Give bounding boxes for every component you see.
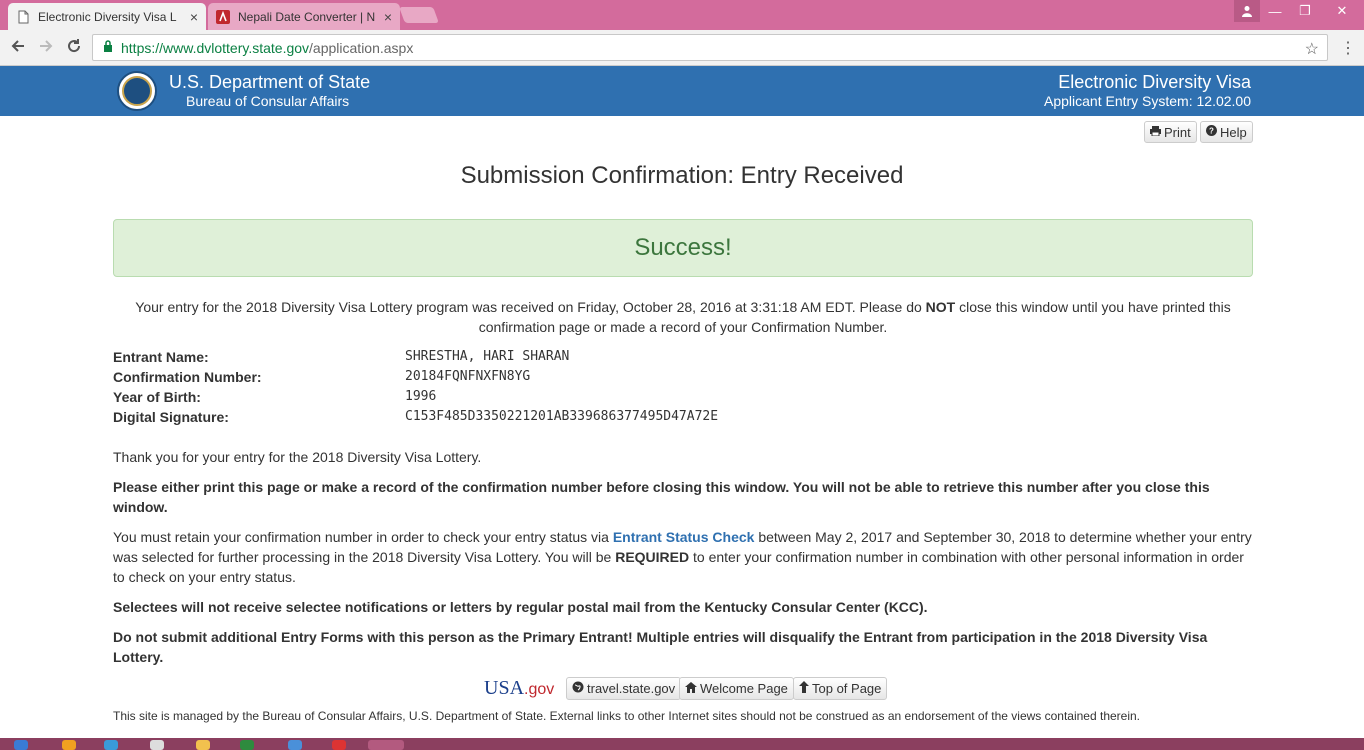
confirmation-number-row: Confirmation Number: 20184FQNFNXFN8YG xyxy=(113,367,813,387)
start-button-icon[interactable] xyxy=(14,740,28,750)
svg-text:?: ? xyxy=(1209,127,1214,136)
address-bar[interactable]: https://www.dvlottery.state.gov/applicat… xyxy=(92,34,1328,61)
system-title: Electronic Diversity Visa xyxy=(1058,72,1251,92)
print-button[interactable]: Print xyxy=(1144,121,1197,143)
travel-state-gov-button[interactable]: travel.state.gov xyxy=(566,677,682,700)
retain-confirmation-text: You must retain your confirmation number… xyxy=(113,529,1252,585)
entrant-name-row: Entrant Name: SHRESTHA, HARI SHARAN xyxy=(113,347,813,367)
browser-menu-icon[interactable]: ⋮ xyxy=(1340,38,1356,58)
usa-gov-logo[interactable]: USA.gov xyxy=(484,677,554,700)
received-notice: Your entry for the 2018 Diversity Visa L… xyxy=(135,299,1231,335)
success-alert: Success! xyxy=(113,219,1253,277)
system-version: Applicant Entry System: 12.02.00 xyxy=(1044,93,1251,109)
year-of-birth-row: Year of Birth: 1996 xyxy=(113,387,813,407)
lock-icon xyxy=(103,40,113,55)
url-path: /application.aspx xyxy=(309,39,414,56)
os-taskbar xyxy=(0,738,1364,750)
print-warning: Please either print this page or make a … xyxy=(113,479,1210,515)
state-department-seal-icon xyxy=(117,71,157,111)
site-favicon-icon xyxy=(216,9,230,24)
question-circle-icon: ? xyxy=(1206,125,1217,139)
browser-toolbar: https://www.dvlottery.state.gov/applicat… xyxy=(0,30,1364,66)
taskbar-app-icon[interactable] xyxy=(196,740,210,750)
home-icon xyxy=(685,681,697,696)
year-of-birth-value: 1996 xyxy=(405,389,437,404)
tab-title: Nepali Date Converter | N xyxy=(238,9,376,24)
digital-signature-row: Digital Signature: C153F485D3350221201AB… xyxy=(113,407,813,427)
minimize-button[interactable]: — xyxy=(1260,0,1290,22)
help-label: Help xyxy=(1220,124,1247,140)
forward-arrow-icon[interactable] xyxy=(38,38,54,57)
page-title: Submission Confirmation: Entry Received xyxy=(460,162,904,189)
bureau-subtitle: Bureau of Consular Affairs xyxy=(186,93,350,109)
globe-icon xyxy=(572,681,584,696)
selectees-notice: Selectees will not receive selectee noti… xyxy=(113,599,928,615)
taskbar-app-icon[interactable] xyxy=(104,740,118,750)
reload-icon[interactable] xyxy=(66,38,82,57)
tab-title: Electronic Diversity Visa L xyxy=(38,9,177,24)
close-window-button[interactable]: ✕ xyxy=(1320,0,1364,22)
maximize-button[interactable]: ❐ xyxy=(1290,0,1320,22)
confirmation-number-value: 20184FQNFNXFN8YG xyxy=(405,369,531,384)
field-label: Year of Birth: xyxy=(113,389,201,405)
close-tab-icon[interactable]: × xyxy=(190,9,198,25)
digital-signature-value: C153F485D3350221201AB339686377495D47A72E xyxy=(405,409,719,424)
tab-nepali-date-converter[interactable]: Nepali Date Converter | N × xyxy=(208,3,400,30)
window-controls: — ❐ ✕ xyxy=(1234,0,1364,22)
site-disclaimer: This site is managed by the Bureau of Co… xyxy=(113,709,1141,723)
department-title: U.S. Department of State xyxy=(169,72,371,92)
thank-you-text: Thank you for your entry for the 2018 Di… xyxy=(113,449,482,465)
browser-titlebar: Electronic Diversity Visa L × Nepali Dat… xyxy=(0,0,1364,30)
taskbar-app-icon[interactable] xyxy=(288,740,302,750)
not-emphasis: NOT xyxy=(925,299,956,315)
bookmark-star-icon[interactable]: ☆ xyxy=(1305,39,1319,59)
site-header: U.S. Department of State Bureau of Consu… xyxy=(0,66,1364,116)
printer-icon xyxy=(1150,125,1161,139)
chrome-taskbar-icon[interactable] xyxy=(368,740,404,750)
taskbar-app-icon[interactable] xyxy=(150,740,164,750)
close-tab-icon[interactable]: × xyxy=(384,9,392,25)
profile-icon[interactable] xyxy=(1234,0,1260,22)
tab-electronic-diversity-visa[interactable]: Electronic Diversity Visa L × xyxy=(8,3,206,30)
no-additional-entries-warning: Do not submit additional Entry Forms wit… xyxy=(113,629,1208,665)
help-button[interactable]: ? Help xyxy=(1200,121,1253,143)
welcome-page-button[interactable]: Welcome Page xyxy=(679,677,794,700)
new-tab-button[interactable] xyxy=(399,7,439,23)
field-label: Confirmation Number: xyxy=(113,369,262,385)
taskbar-app-icon[interactable] xyxy=(62,740,76,750)
field-label: Digital Signature: xyxy=(113,409,229,425)
top-of-page-button[interactable]: Top of Page xyxy=(793,677,888,700)
taskbar-app-icon[interactable] xyxy=(332,740,346,750)
entrant-status-check-link[interactable]: Entrant Status Check xyxy=(613,529,755,545)
arrow-up-icon xyxy=(799,681,809,696)
footer-links: USA.gov travel.state.gov Welcome Page To… xyxy=(0,677,1364,701)
field-label: Entrant Name: xyxy=(113,349,209,365)
url-host: https://www.dvlottery.state.gov xyxy=(121,39,310,56)
print-label: Print xyxy=(1164,124,1191,140)
taskbar-app-icon[interactable] xyxy=(240,740,254,750)
document-icon xyxy=(16,10,30,24)
back-arrow-icon[interactable] xyxy=(10,38,26,57)
entrant-name-value: SHRESTHA, HARI SHARAN xyxy=(405,349,570,364)
required-emphasis: REQUIRED xyxy=(615,549,690,565)
